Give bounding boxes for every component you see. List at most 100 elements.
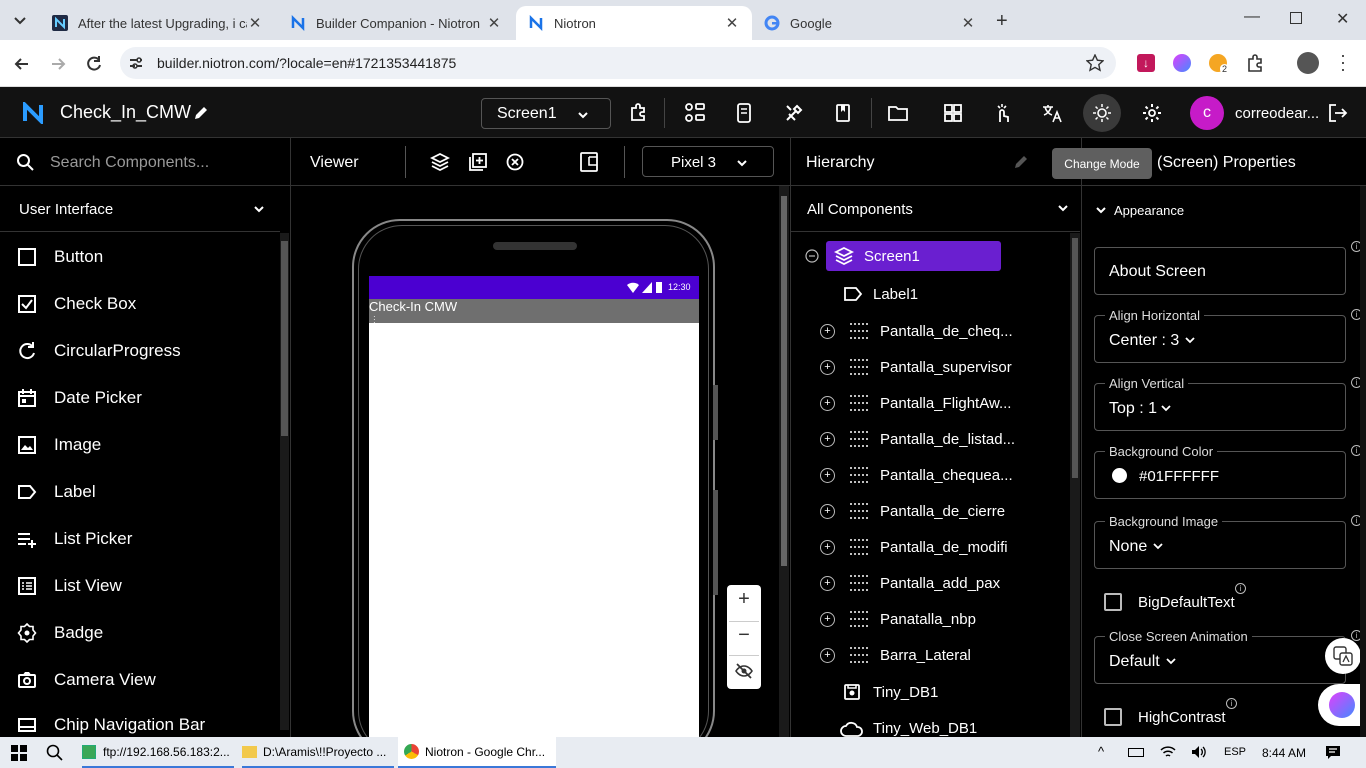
expand-icon[interactable]: + [820, 575, 835, 591]
close-icon[interactable]: ✕ [486, 14, 502, 32]
hierarchy-filter-dropdown[interactable]: All Components [791, 186, 1080, 232]
language-indicator[interactable]: ESP [1224, 746, 1246, 758]
tree-node[interactable]: + Panatalla_nbp [820, 601, 976, 637]
palette-item-listview[interactable]: List View [0, 562, 280, 609]
tree-node[interactable]: + Pantalla_de_listad... [820, 421, 1015, 457]
browser-tab-active[interactable]: Niotron ✕ [516, 6, 752, 40]
tree-node[interactable]: + Pantalla_de_cierre [820, 493, 1005, 529]
windows-start-icon[interactable] [11, 745, 27, 761]
high-contrast-checkbox[interactable] [1104, 708, 1122, 726]
expand-icon[interactable]: + [820, 431, 835, 447]
appearance-section-toggle[interactable]: Appearance [1094, 200, 1184, 220]
restore-button[interactable] [1290, 12, 1302, 24]
address-bar[interactable]: builder.niotron.com/?locale=en#172135344… [120, 47, 1116, 79]
palette-item-label[interactable]: Label [0, 468, 280, 515]
puzzle-icon[interactable] [1245, 53, 1265, 73]
expand-icon[interactable]: + [820, 503, 835, 519]
tree-node[interactable]: Label1 [843, 276, 918, 312]
palette-item-circularprogress[interactable]: CircularProgress [0, 327, 280, 374]
browser-tab[interactable]: Google ✕ [752, 6, 988, 40]
forward-button[interactable] [48, 54, 68, 74]
browser-menu-button[interactable]: · · · [1340, 46, 1346, 78]
blocks-button[interactable] [682, 100, 708, 126]
dashboard-button[interactable] [940, 100, 966, 126]
save-button[interactable] [830, 100, 856, 126]
palette-item-listpicker[interactable]: List Picker [0, 515, 280, 562]
battery-icon[interactable] [1128, 748, 1144, 757]
avatar[interactable]: c [1190, 96, 1224, 130]
volume-icon[interactable] [1191, 745, 1207, 759]
user-name[interactable]: correodear... [1235, 105, 1319, 122]
taskbar-item-active[interactable]: Niotron - Google Chr... [398, 737, 556, 768]
collapse-icon[interactable] [805, 249, 819, 263]
settings-button[interactable] [1139, 100, 1165, 126]
expand-icon[interactable]: + [820, 647, 835, 663]
expand-icon[interactable]: + [820, 323, 835, 339]
tree-node[interactable]: + Pantalla_chequea... [820, 457, 1013, 493]
tree-node[interactable]: + Pantalla_FlightAw... [820, 385, 1011, 421]
palette-item-badge[interactable]: Badge [0, 609, 280, 656]
palette-item-datepicker[interactable]: Date Picker [0, 374, 280, 421]
tab-search-button[interactable] [10, 10, 30, 30]
properties-scrollbar[interactable] [1360, 186, 1366, 737]
tree-node[interactable]: Tiny_DB1 [843, 674, 938, 710]
tree-node[interactable]: + Pantalla_supervisor [820, 349, 1012, 385]
back-button[interactable] [12, 54, 32, 74]
close-icon[interactable]: ✕ [247, 14, 263, 32]
device-button[interactable] [731, 100, 757, 126]
star-icon[interactable] [1086, 54, 1104, 72]
reload-button[interactable] [84, 54, 104, 74]
window-close-button[interactable]: ✕ [1336, 9, 1349, 29]
taskbar-item[interactable]: D:\Aramis\!!Proyecto ... [242, 737, 394, 768]
search-input[interactable]: Search Components... [50, 154, 209, 172]
tree-node[interactable]: + Pantalla_de_cheq... [820, 313, 1013, 349]
ai-assist-button[interactable] [990, 100, 1016, 126]
hierarchy-scrollbar[interactable] [1070, 233, 1080, 737]
brain-extension-icon[interactable] [1173, 54, 1191, 72]
tablet-toggle-icon[interactable] [578, 151, 600, 173]
tree-node-screen1[interactable]: Screen1 [826, 241, 1001, 271]
remove-screen-icon[interactable] [505, 152, 525, 172]
expand-icon[interactable]: + [820, 467, 835, 483]
tree-node[interactable]: + Barra_Lateral [820, 637, 971, 673]
palette-item-checkbox[interactable]: Check Box [0, 280, 280, 327]
palette-scrollbar[interactable] [280, 233, 289, 730]
taskbar-item[interactable]: ftp://192.168.56.183:2... [82, 737, 234, 768]
viewer-scrollbar[interactable] [779, 186, 789, 737]
profile-avatar-icon[interactable] [1297, 52, 1319, 74]
category-dropdown[interactable]: User Interface [0, 186, 280, 232]
palette-item-cameraview[interactable]: Camera View [0, 656, 280, 703]
site-settings-icon[interactable] [128, 55, 144, 71]
search-icon[interactable] [46, 744, 63, 761]
wifi-icon[interactable] [1160, 745, 1176, 759]
new-tab-button[interactable]: + [996, 10, 1008, 33]
change-mode-button[interactable] [1083, 94, 1121, 132]
clock[interactable]: 8:44 AM [1262, 746, 1306, 760]
zoom-out-button[interactable]: − [727, 624, 761, 654]
eye-off-icon[interactable] [735, 662, 753, 680]
expand-icon[interactable]: + [820, 395, 835, 411]
zoom-in-button[interactable]: + [727, 588, 761, 618]
close-icon[interactable]: ✕ [724, 14, 740, 32]
tray-expand-icon[interactable]: ^ [1098, 744, 1104, 759]
color-swatch[interactable] [1112, 468, 1127, 483]
add-screen-icon[interactable] [468, 152, 488, 172]
projects-button[interactable] [885, 100, 911, 126]
big-default-text-checkbox[interactable] [1104, 593, 1122, 611]
ai-brain-float-button[interactable] [1318, 684, 1366, 726]
palette-item-chipnavigationbar[interactable]: Chip Navigation Bar [0, 703, 280, 737]
expand-icon[interactable]: + [820, 359, 835, 375]
translate-float-button[interactable] [1325, 638, 1361, 674]
device-select[interactable]: Pixel 3 [642, 146, 774, 177]
download-extension-icon[interactable]: ↓ [1137, 54, 1155, 72]
browser-tab[interactable]: Builder Companion - Niotron ✕ [278, 6, 514, 40]
logout-icon[interactable] [1327, 102, 1349, 124]
palette-item-button[interactable]: Button [0, 233, 280, 280]
tree-node[interactable]: + Pantalla_de_modifi [820, 529, 1008, 565]
expand-icon[interactable]: + [820, 611, 835, 627]
build-button[interactable] [781, 100, 807, 126]
language-button[interactable] [1039, 100, 1065, 126]
extension-button[interactable] [626, 100, 652, 126]
palette-item-image[interactable]: Image [0, 421, 280, 468]
rename-pencil-icon[interactable] [1012, 153, 1030, 171]
